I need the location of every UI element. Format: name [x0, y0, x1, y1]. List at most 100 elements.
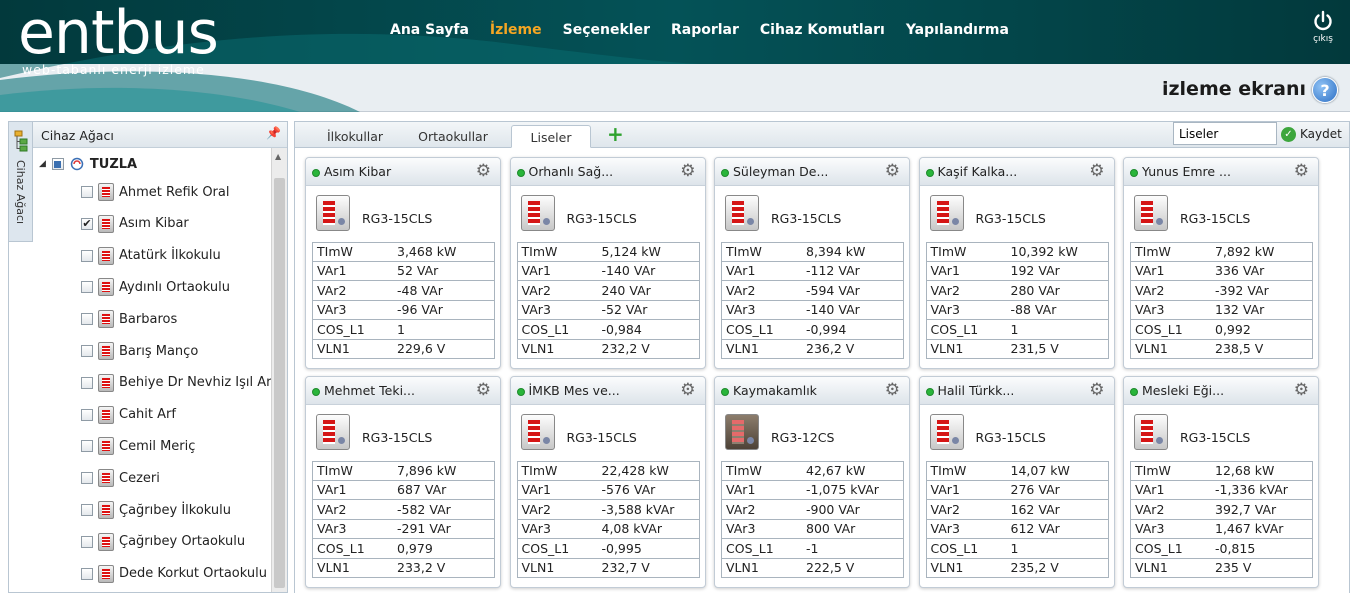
tree-node[interactable]: Barış Manço: [81, 340, 198, 362]
gear-icon[interactable]: ⚙: [885, 163, 900, 180]
device-card[interactable]: Orhanlı Sağ... ⚙ RG3-15CLS TImW 5,124 kW VAr1…: [509, 157, 706, 369]
tree-node[interactable]: ✔ Asım Kibar: [81, 213, 189, 235]
tree-node-checkbox[interactable]: [81, 408, 93, 421]
reading-value: -0,995: [601, 540, 642, 556]
meter-device-icon: [1134, 414, 1168, 450]
scroll-thumb[interactable]: [274, 178, 285, 588]
tree-root-checkbox[interactable]: [51, 158, 64, 170]
readings-table: TImW 22,428 kW VAr1 -576 VAr VAr2 -3,588 kVAr…: [516, 461, 700, 578]
status-dot-icon: [1130, 388, 1138, 396]
reading-label: COS_L1: [1135, 321, 1183, 337]
device-tree-header: Cihaz Ağacı 📌: [33, 122, 287, 148]
tree-node-checkbox[interactable]: [81, 281, 93, 294]
tree-node-checkbox[interactable]: [81, 249, 93, 262]
nav-secenekler[interactable]: Seçenekler: [563, 22, 650, 38]
device-card[interactable]: Mesleki Eği... ⚙ RG3-15CLS TImW 12,68 kW VAr1…: [1123, 376, 1319, 588]
view-name-input[interactable]: [1173, 122, 1277, 145]
device-icon: [98, 532, 114, 551]
tree-root[interactable]: ◢ TUZLA: [39, 154, 137, 174]
gear-icon[interactable]: ⚙: [885, 382, 900, 399]
reading-value: -594 VAr: [806, 282, 860, 298]
help-icon[interactable]: ?: [1312, 77, 1338, 103]
tab-liseler[interactable]: Liseler: [511, 125, 591, 148]
tree-node-checkbox[interactable]: [81, 504, 93, 516]
reading-value: 232,2 V: [601, 341, 650, 357]
tree-node[interactable]: Behiye Dr Nevhiz Işıl Ar: [81, 372, 271, 394]
save-button[interactable]: ✓ Kaydet: [1281, 123, 1342, 145]
pin-icon[interactable]: 📌: [266, 126, 281, 140]
scroll-up-icon[interactable]: ▲: [275, 152, 281, 161]
reading-value: 3,468 kW: [397, 244, 457, 260]
device-card[interactable]: İMKB Mes ve... ⚙ RG3-15CLS TImW 22,428 kW VAr…: [509, 376, 706, 588]
nav-raporlar[interactable]: Raporlar: [671, 22, 739, 38]
tree-node-checkbox[interactable]: [81, 567, 93, 580]
tree-node-checkbox[interactable]: [81, 313, 93, 326]
reading-label: VAr3: [1135, 521, 1165, 537]
exit-button[interactable]: çıkış: [1306, 10, 1340, 44]
readings-table: TImW 7,892 kW VAr1 336 VAr VAr2 -392 VAr VAr3 1…: [1130, 242, 1313, 359]
tree-node[interactable]: Çağrıbey Ortaokulu: [81, 531, 245, 553]
reading-value: 162 VAr: [1010, 501, 1060, 517]
tab-ortaokullar[interactable]: Ortaokullar: [407, 125, 499, 148]
gear-icon[interactable]: ⚙: [476, 163, 491, 180]
reading-value: -52 VAr: [601, 302, 648, 318]
tree-node-checkbox[interactable]: [81, 472, 93, 485]
tree-node[interactable]: Cezeri: [81, 467, 160, 489]
tree-node-checkbox[interactable]: [81, 345, 93, 357]
reading-row: VAr3 -88 VAr: [925, 300, 1109, 320]
tree-node[interactable]: Cahit Arf: [81, 404, 176, 426]
tree-node[interactable]: Aydınlı Ortaokulu: [81, 276, 230, 298]
gear-icon[interactable]: ⚙: [1294, 163, 1309, 180]
nav-yapilandirma[interactable]: Yapılandırma: [906, 22, 1009, 38]
nav-cihaz-komutlari[interactable]: Cihaz Komutları: [760, 22, 885, 38]
gear-icon[interactable]: ⚙: [1294, 382, 1309, 399]
reading-value: 10,392 kW: [1010, 244, 1078, 260]
device-card[interactable]: Halil Türkk... ⚙ RG3-15CLS TImW 14,07 kW VAr1…: [918, 376, 1115, 588]
meter-device-icon: [929, 195, 964, 231]
tree-node[interactable]: Ahmet Refik Oral: [81, 181, 229, 203]
device-card[interactable]: Mehmet Teki... ⚙ RG3-15CLS TImW 7,896 kW VAr1…: [305, 376, 501, 588]
tree-node-checkbox[interactable]: ✔: [81, 217, 93, 230]
check-icon: ✓: [1281, 126, 1296, 142]
tree-node-checkbox[interactable]: [81, 186, 93, 198]
tree-node[interactable]: Atatürk İlkokulu: [81, 245, 221, 267]
reading-value: 52 VAr: [397, 263, 439, 279]
collapse-triangle-icon[interactable]: ◢: [39, 159, 46, 169]
reading-row: VAr3 -291 VAr: [312, 519, 495, 539]
device-card[interactable]: Kaşif Kalka... ⚙ RG3-15CLS TImW 10,392 kW VAr…: [918, 157, 1115, 369]
reading-row: VAr2 -582 VAr: [312, 500, 495, 520]
reading-label: VLN1: [1135, 560, 1168, 576]
status-dot-icon: [516, 388, 525, 396]
gear-icon[interactable]: ⚙: [680, 382, 695, 399]
tree-scrollbar[interactable]: ▲: [271, 148, 287, 592]
nav-izleme[interactable]: İzleme: [490, 22, 542, 38]
tree-node-label: Cahit Arf: [119, 407, 176, 423]
gear-icon[interactable]: ⚙: [680, 163, 695, 180]
tree-node[interactable]: Dede Korkut Ortaokulu: [81, 563, 267, 585]
tree-node[interactable]: Barbaros: [81, 308, 177, 330]
tree-node-checkbox[interactable]: [81, 535, 93, 548]
gear-icon[interactable]: ⚙: [476, 382, 491, 399]
reading-label: VAr1: [726, 482, 756, 498]
tree-node[interactable]: Çağrıbey İlkokulu: [81, 499, 231, 521]
tab-ilkokullar[interactable]: İlkokullar: [309, 125, 401, 148]
reading-label: TImW: [726, 463, 762, 479]
device-card[interactable]: Süleyman De... ⚙ RG3-15CLS TImW 8,394 kW VAr1…: [714, 157, 910, 369]
tree-node-checkbox[interactable]: [81, 376, 93, 389]
add-tab-icon[interactable]: +: [607, 124, 624, 144]
device-card[interactable]: Kaymakamlık ⚙ RG3-12CS TImW 42,67 kW VAr1 -1,0…: [714, 376, 910, 588]
reading-value: 0,979: [397, 540, 433, 556]
reading-label: VAr3: [521, 302, 551, 318]
reading-value: 240 VAr: [601, 282, 651, 298]
tree-node-checkbox[interactable]: [81, 440, 93, 453]
reading-row: TImW 7,896 kW: [312, 461, 495, 481]
device-tree: ◢ TUZLA Ahmet Refik Oral ✔ Asım Kibar Atatü…: [33, 148, 271, 592]
nav-ana-sayfa[interactable]: Ana Sayfa: [390, 22, 469, 38]
device-card[interactable]: Yunus Emre ... ⚙ RG3-15CLS TImW 7,892 kW VAr1…: [1123, 157, 1319, 369]
device-card[interactable]: Asım Kibar ⚙ RG3-15CLS TImW 3,468 kW VAr1 52 V…: [305, 157, 501, 369]
device-tree-collapse-strip[interactable]: Cihaz Ağacı: [9, 122, 33, 242]
gear-icon[interactable]: ⚙: [1089, 382, 1104, 399]
gear-icon[interactable]: ⚙: [1089, 163, 1104, 180]
reading-row: TImW 8,394 kW: [721, 242, 904, 262]
tree-node[interactable]: Cemil Meriç: [81, 435, 195, 457]
